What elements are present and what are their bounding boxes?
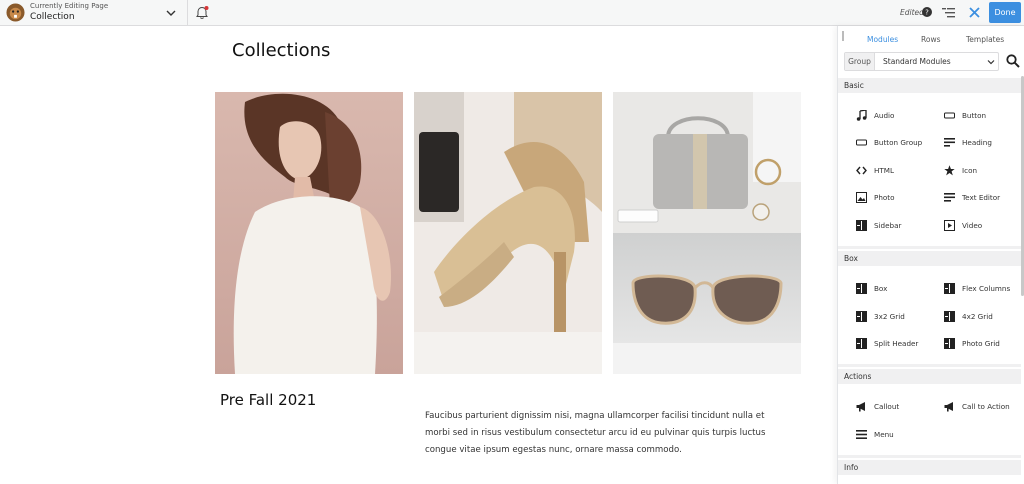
module-flex-columns[interactable]: Flex Columns: [944, 282, 1024, 296]
layout-icon: [944, 338, 955, 349]
outline-icon[interactable]: [942, 7, 955, 19]
module-4x2-grid[interactable]: 4x2 Grid: [944, 310, 1024, 324]
module-label: Photo: [874, 193, 895, 202]
body-paragraph[interactable]: Faucibus parturient dignissim nisi, magn…: [425, 408, 785, 459]
group-select[interactable]: Group Standard Modules: [844, 52, 999, 71]
module-label: Video: [962, 221, 983, 230]
category-divider: [838, 246, 1021, 249]
category-divider: [838, 364, 1021, 367]
module-sidebar[interactable]: Sidebar: [856, 219, 944, 233]
handbag-photo[interactable]: [613, 92, 801, 233]
module-menu[interactable]: Menu: [856, 428, 944, 442]
tab-modules[interactable]: Modules: [867, 35, 898, 44]
page-subtitle: Currently Editing Page: [30, 2, 109, 10]
category-info[interactable]: Info: [838, 460, 1021, 475]
star-icon: [944, 165, 955, 176]
svg-text:?: ?: [925, 9, 929, 17]
megaphone-icon: [856, 402, 865, 412]
module-label: Flex Columns: [962, 284, 1011, 293]
toolbar-divider: [187, 0, 188, 26]
module-label: Text Editor: [962, 193, 1001, 202]
music-note-icon: [856, 110, 867, 121]
module-3x2-grid[interactable]: 3x2 Grid: [856, 310, 944, 324]
tab-templates[interactable]: Templates: [966, 35, 1004, 44]
module-heading[interactable]: Heading: [944, 136, 1024, 150]
layout-icon: [856, 220, 867, 231]
module-label: Button Group: [874, 138, 923, 147]
layout-icon: [856, 311, 867, 322]
editor-toolbar: Currently Editing Page Collection Edited…: [0, 0, 1024, 26]
module-photo[interactable]: Photo: [856, 191, 944, 205]
layout-icon: [944, 283, 955, 294]
tab-rows[interactable]: Rows: [921, 35, 941, 44]
button-icon: [856, 139, 867, 146]
module-label: Photo Grid: [962, 339, 1000, 348]
drag-handle-icon[interactable]: [842, 31, 844, 41]
module-label: Call to Action: [962, 402, 1010, 411]
shoes-photo[interactable]: [414, 92, 602, 374]
module-html[interactable]: HTML: [856, 164, 944, 178]
chevron-down-icon: [987, 60, 995, 65]
heading-icon: [944, 138, 955, 147]
module-photo-grid[interactable]: Photo Grid: [944, 337, 1024, 351]
module-label: 3x2 Grid: [874, 312, 905, 321]
module-callout[interactable]: Callout: [856, 400, 944, 414]
done-button[interactable]: Done: [989, 2, 1021, 23]
group-label: Group: [845, 53, 875, 70]
code-icon: [856, 166, 867, 175]
category-box[interactable]: Box: [838, 251, 1021, 266]
beaver-logo-icon[interactable]: [6, 3, 25, 22]
current-page-info[interactable]: Currently Editing Page Collection: [30, 3, 108, 22]
chevron-down-icon[interactable]: [165, 7, 177, 19]
module-label: Callout: [874, 402, 900, 411]
panel-tabs: Modules Rows Templates: [838, 26, 1024, 50]
module-label: Box: [874, 284, 888, 293]
module-icon[interactable]: Icon: [944, 164, 1024, 178]
layout-icon: [856, 338, 867, 349]
button-icon: [944, 112, 955, 119]
module-label: Icon: [962, 166, 978, 175]
module-label: Audio: [874, 111, 895, 120]
module-label: Split Header: [874, 339, 919, 348]
photo-icon: [856, 192, 867, 203]
text-editor-icon: [944, 193, 955, 202]
megaphone-icon: [944, 402, 953, 412]
search-icon[interactable]: [1006, 54, 1020, 68]
category-basic[interactable]: Basic: [838, 78, 1021, 93]
model-photo[interactable]: [215, 92, 403, 374]
module-label: 4x2 Grid: [962, 312, 993, 321]
section-title[interactable]: Pre Fall 2021: [220, 391, 316, 409]
module-split-header[interactable]: Split Header: [856, 337, 944, 351]
module-video[interactable]: Video: [944, 219, 1024, 233]
close-icon[interactable]: [968, 6, 981, 19]
module-label: Button: [962, 111, 987, 120]
layout-icon: [944, 311, 955, 322]
module-button[interactable]: Button: [944, 109, 1024, 123]
help-icon[interactable]: ?: [922, 7, 932, 17]
category-divider: [838, 455, 1021, 458]
module-box[interactable]: Box: [856, 282, 944, 296]
module-label: Sidebar: [874, 221, 902, 230]
module-audio[interactable]: Audio: [856, 109, 944, 123]
module-label: Menu: [874, 430, 894, 439]
module-text-editor[interactable]: Text Editor: [944, 191, 1024, 205]
module-call-to-action[interactable]: Call to Action: [944, 400, 1024, 414]
category-actions[interactable]: Actions: [838, 369, 1021, 384]
module-button-group[interactable]: Button Group: [856, 136, 944, 150]
layout-icon: [856, 283, 867, 294]
group-value: Standard Modules: [883, 57, 951, 66]
edited-status: Edited: [900, 8, 924, 17]
page-name: Collection: [30, 12, 75, 22]
menu-icon: [856, 430, 867, 439]
module-label: Heading: [962, 138, 992, 147]
sunglasses-photo[interactable]: [613, 233, 801, 374]
module-label: HTML: [874, 166, 895, 175]
notification-bell-icon[interactable]: [195, 5, 209, 20]
modules-panel: Modules Rows Templates Group Standard Mo…: [837, 26, 1024, 484]
page-title[interactable]: Collections: [232, 40, 330, 61]
video-icon: [944, 220, 955, 231]
